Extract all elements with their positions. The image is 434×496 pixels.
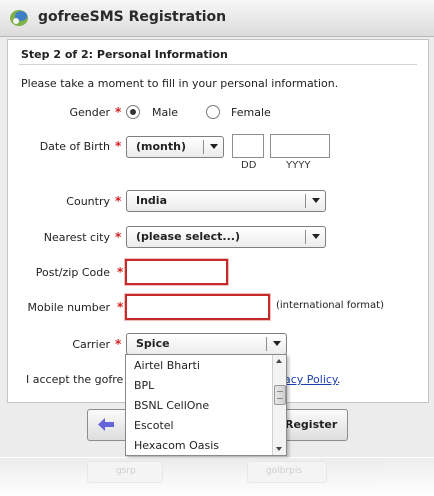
required-marker: * [115, 139, 122, 153]
dob-month-value: (month) [136, 140, 186, 153]
mobile-label: Mobile number [27, 301, 110, 314]
dob-label: Date of Birth [39, 140, 110, 153]
carrier-option[interactable]: BSNL CellOne [134, 399, 209, 412]
select-divider [305, 230, 306, 244]
chevron-down-icon [273, 341, 281, 346]
chevron-down-icon [312, 234, 320, 239]
gender-female-label[interactable]: Female [231, 106, 271, 119]
required-marker: * [115, 230, 122, 244]
required-marker: * [115, 337, 122, 351]
dob-day-field[interactable] [232, 134, 264, 158]
city-label: Nearest city [43, 231, 110, 244]
divider [19, 64, 417, 65]
title-bar: gofreeSMS Registration [0, 0, 434, 37]
back-arrow-icon [98, 418, 114, 431]
step-title: Step 2 of 2: Personal Information [21, 48, 228, 61]
dob-year-caption: YYYY [286, 160, 311, 171]
reflection-next-text: golbrpis [266, 466, 303, 476]
country-label: Country [66, 195, 110, 208]
carrier-option[interactable]: Hexacom Oasis [134, 439, 219, 452]
dob-day-caption: DD [241, 160, 257, 171]
gender-male-label[interactable]: Male [152, 106, 178, 119]
postcode-label: Post/zip Code [35, 266, 110, 279]
required-marker: * [117, 300, 124, 314]
form-panel: Step 2 of 2: Personal Information Please… [7, 39, 429, 403]
reflection-back-text: gsrp [116, 466, 136, 476]
chevron-down-icon [312, 198, 320, 203]
intro-text: Please take a moment to fill in your per… [21, 77, 339, 90]
carrier-option[interactable]: Escotel [134, 419, 174, 432]
dob-year-field[interactable] [270, 134, 330, 158]
carrier-value: Spice [136, 337, 170, 350]
city-select[interactable]: (please select...) [126, 226, 326, 248]
required-marker: * [115, 105, 122, 119]
register-button-label: Register [285, 418, 338, 431]
gender-label: Gender [69, 106, 110, 119]
reflection-back-button: gsrp [87, 461, 163, 483]
carrier-label: Carrier [72, 338, 110, 351]
carrier-option[interactable]: Airtel Bharti [134, 359, 200, 372]
scroll-down-icon[interactable] [276, 447, 282, 451]
gender-female-radio[interactable] [206, 105, 220, 119]
dob-month-select[interactable]: (month) [126, 136, 224, 158]
reflection-next-button: golbrpis [247, 461, 327, 483]
carrier-select[interactable]: Spice [126, 333, 287, 355]
country-value: India [136, 194, 167, 207]
city-value: (please select...) [136, 230, 240, 243]
mobile-field[interactable] [125, 294, 270, 320]
terms-text: I accept the gofre [26, 373, 124, 386]
terms-period: . [337, 373, 341, 386]
carrier-dropdown-list[interactable]: Airtel Bharti BPL BSNL CellOne Escotel H… [125, 354, 287, 456]
app-logo-icon [10, 10, 28, 26]
scroll-up-icon[interactable] [276, 359, 282, 363]
window-title: gofreeSMS Registration [38, 9, 227, 25]
carrier-option[interactable]: BPL [134, 379, 154, 392]
chevron-down-icon [210, 144, 218, 149]
select-divider [266, 337, 267, 351]
required-marker: * [117, 265, 124, 279]
mobile-hint: (international format) [276, 300, 384, 311]
gender-male-radio[interactable] [126, 105, 140, 119]
select-divider [203, 140, 204, 154]
postcode-field[interactable] [125, 259, 228, 285]
privacy-policy-link[interactable]: acy Policy [284, 373, 338, 386]
scroll-thumb[interactable] [274, 385, 286, 405]
select-divider [305, 194, 306, 208]
window-reflection: gsrp golbrpis [0, 458, 434, 496]
required-marker: * [115, 194, 122, 208]
country-select[interactable]: India [126, 190, 326, 212]
dropdown-scrollbar[interactable] [272, 355, 286, 455]
